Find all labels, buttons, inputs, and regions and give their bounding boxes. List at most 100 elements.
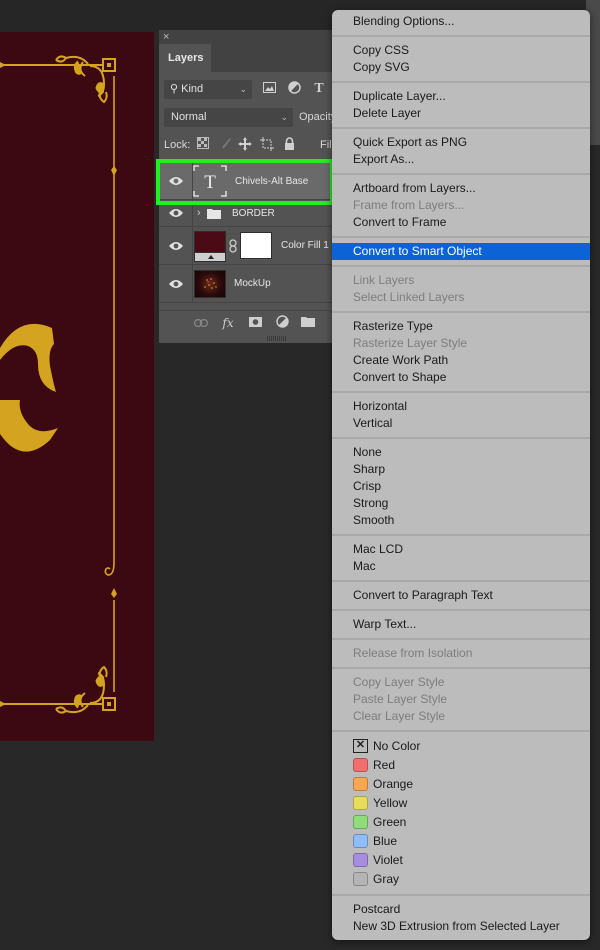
menu-item-select-linked-layers: Select Linked Layers <box>353 290 465 304</box>
border-ornament <box>0 55 117 714</box>
layer-name[interactable]: BORDER <box>232 200 275 227</box>
menu-item-smooth[interactable]: Smooth <box>332 512 590 529</box>
menu-separator <box>332 30 590 42</box>
lock-position-icon[interactable] <box>238 137 252 153</box>
visibility-toggle[interactable] <box>159 265 193 302</box>
menu-item-blending-options[interactable]: Blending Options... <box>332 13 590 30</box>
menu-item-quick-export-as-png[interactable]: Quick Export as PNG <box>332 134 590 151</box>
menu-separator <box>332 168 590 180</box>
menu-separator <box>332 76 590 88</box>
menu-item-delete-layer[interactable]: Delete Layer <box>332 105 590 122</box>
adjustment-layer-icon[interactable] <box>274 315 290 331</box>
layer-name[interactable]: Color Fill 1 <box>281 227 329 265</box>
menu-item-export-as[interactable]: Export As... <box>332 151 590 168</box>
menu-item-strong[interactable]: Strong <box>332 495 590 512</box>
filter-kind-select[interactable]: ⚲ Kind ⌄ <box>164 80 252 99</box>
menu-item-convert-to-smart-object[interactable]: Convert to Smart Object <box>332 243 590 260</box>
menu-item-mac-lcd[interactable]: Mac LCD <box>332 541 590 558</box>
chevron-down-icon: ⌄ <box>280 112 288 122</box>
lock-image-pixels-icon[interactable] <box>218 137 232 153</box>
menu-item-rasterize-layer-style: Rasterize Layer Style <box>353 336 468 350</box>
color-label: Orange <box>373 777 414 791</box>
menu-separator <box>332 889 590 901</box>
chevron-right-icon[interactable]: › <box>197 200 201 227</box>
menu-item-sharp[interactable]: Sharp <box>332 461 590 478</box>
close-panel-button[interactable]: × <box>163 30 169 44</box>
add-mask-icon[interactable] <box>247 315 263 331</box>
layer-row-chivels-alt-base[interactable]: T Chivels-Alt Base <box>159 163 335 200</box>
layer-name[interactable]: Chivels-Alt Base <box>235 163 308 200</box>
menu-item-color-red[interactable]: Red <box>332 756 590 775</box>
lock-transparent-pixels-icon[interactable] <box>196 137 210 153</box>
color-swatch-icon <box>353 872 368 886</box>
menu-item-color-no-color[interactable]: ✕ No Color <box>332 737 590 756</box>
letter-c-glyph <box>0 323 58 452</box>
fill-thumbnail <box>194 231 226 262</box>
visibility-toggle[interactable] <box>159 200 193 226</box>
menu-item-convert-to-shape[interactable]: Convert to Shape <box>332 369 590 386</box>
color-swatch-icon <box>353 834 368 848</box>
tab-layers[interactable]: Layers <box>159 44 211 72</box>
eye-icon <box>169 241 183 250</box>
menu-item-copy-css[interactable]: Copy CSS <box>332 42 590 59</box>
svg-text:T: T <box>204 172 216 193</box>
menu-separator <box>332 306 590 318</box>
menu-item-duplicate-layer[interactable]: Duplicate Layer... <box>332 88 590 105</box>
menu-item-convert-to-frame[interactable]: Convert to Frame <box>332 214 590 231</box>
lock-all-icon[interactable] <box>282 137 296 153</box>
color-label: Green <box>373 815 407 829</box>
menu-separator <box>332 231 590 243</box>
menu-item-color-gray[interactable]: Gray <box>332 870 590 889</box>
document-canvas[interactable] <box>0 32 154 741</box>
filter-kind-label: Kind <box>181 83 204 95</box>
menu-item-mac[interactable]: Mac <box>332 558 590 575</box>
panel-header: × <box>159 30 334 44</box>
menu-item-rasterize-type[interactable]: Rasterize Type <box>332 318 590 335</box>
visibility-toggle[interactable] <box>159 227 193 264</box>
color-swatch-icon <box>353 815 368 829</box>
visibility-toggle[interactable] <box>159 163 193 199</box>
eye-icon <box>169 177 183 185</box>
layer-row-border[interactable]: › BORDER <box>159 200 335 227</box>
eye-icon <box>169 279 183 288</box>
menu-item-color-green[interactable]: Green <box>332 813 590 832</box>
menu-item-warp-text[interactable]: Warp Text... <box>332 616 590 633</box>
folder-icon[interactable] <box>300 315 316 331</box>
search-icon: ⚲ <box>170 83 179 95</box>
color-swatch-icon <box>353 853 368 867</box>
menu-item-color-violet[interactable]: Violet <box>332 851 590 870</box>
chevron-down-icon: ⌄ <box>239 84 247 94</box>
layer-row-color-fill[interactable]: Color Fill 1 <box>159 227 335 265</box>
menu-item-color-yellow[interactable]: Yellow <box>332 794 590 813</box>
layer-name[interactable]: MockUp <box>234 265 271 303</box>
menu-item-convert-to-paragraph-text[interactable]: Convert to Paragraph Text <box>332 587 590 604</box>
menu-separator <box>332 122 590 134</box>
panel-resize-grip[interactable] <box>267 336 287 341</box>
menu-item-postcard[interactable]: Postcard <box>332 901 590 918</box>
opacity-label: Opacity <box>299 111 337 123</box>
color-label: No Color <box>373 739 421 753</box>
menu-item-create-work-path[interactable]: Create Work Path <box>332 352 590 369</box>
type-filter-icon[interactable]: T <box>311 81 327 97</box>
menu-item-horizontal[interactable]: Horizontal <box>332 398 590 415</box>
link-layers-icon[interactable] <box>193 315 209 331</box>
menu-item-vertical[interactable]: Vertical <box>332 415 590 432</box>
adjustment-filter-icon[interactable] <box>286 81 302 97</box>
menu-item-new-3d-extrusion-from-selected-layer[interactable]: New 3D Extrusion from Selected Layer <box>332 918 590 935</box>
menu-item-crisp[interactable]: Crisp <box>332 478 590 495</box>
link-icon[interactable] <box>229 239 237 253</box>
image-filter-icon[interactable] <box>261 81 277 97</box>
layer-row-mockup[interactable]: MockUp <box>159 265 335 303</box>
menu-item-clear-layer-style: Clear Layer Style <box>353 709 446 723</box>
lock-artboard-icon[interactable] <box>260 137 274 153</box>
menu-item-none[interactable]: None <box>332 444 590 461</box>
menu-separator <box>332 386 590 398</box>
menu-item-link-layers: Link Layers <box>353 273 415 287</box>
fx-icon[interactable]: fx <box>220 315 236 331</box>
mockup-thumbnail <box>194 270 226 298</box>
blend-mode-select[interactable]: Normal ⌄ <box>164 108 293 127</box>
menu-item-color-blue[interactable]: Blue <box>332 832 590 851</box>
menu-item-color-orange[interactable]: Orange <box>332 775 590 794</box>
menu-item-artboard-from-layers[interactable]: Artboard from Layers... <box>332 180 590 197</box>
menu-item-copy-svg[interactable]: Copy SVG <box>332 59 590 76</box>
